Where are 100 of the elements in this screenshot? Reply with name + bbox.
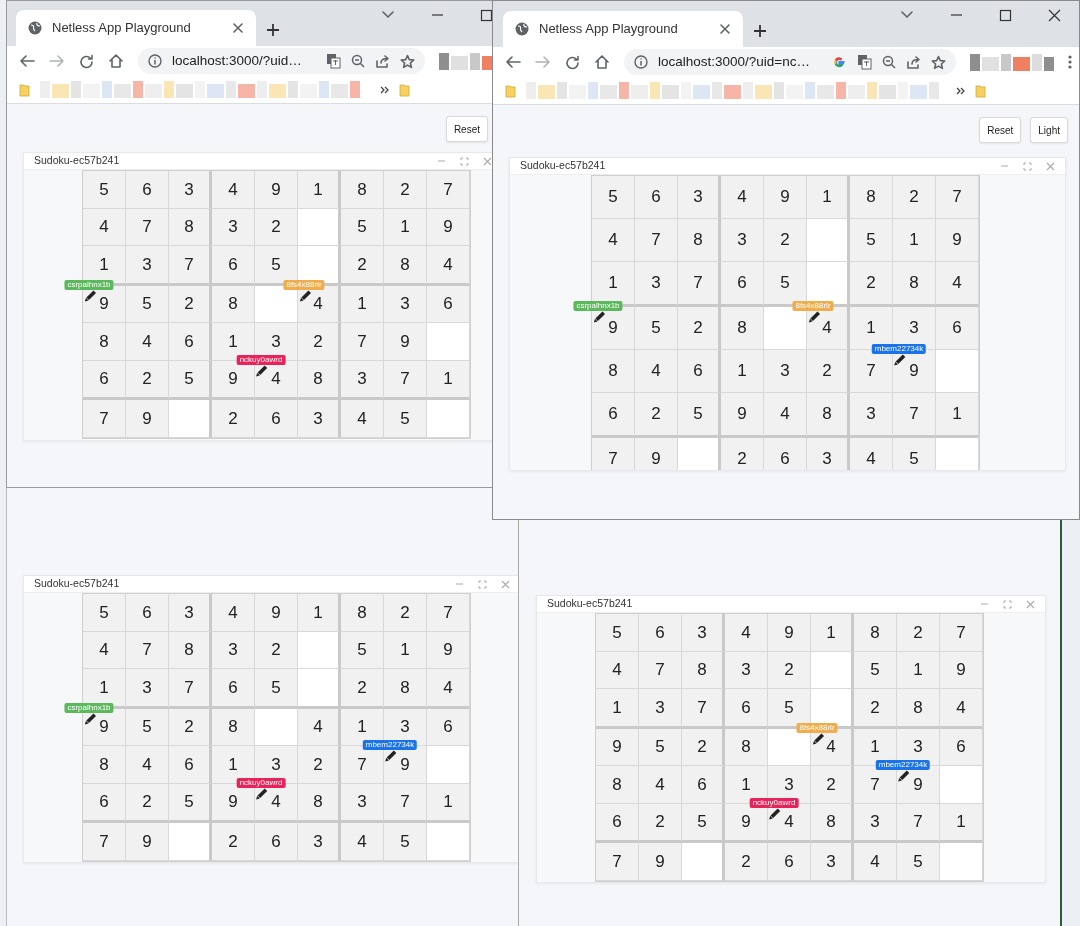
cell-digit: 8 xyxy=(99,330,109,353)
cell-digit: 9 xyxy=(655,850,665,873)
cell-digit: 1 xyxy=(99,253,109,276)
cell-digit: 5 xyxy=(357,639,367,661)
cell-digit: 1 xyxy=(913,659,923,681)
cell-digit: 5 xyxy=(271,253,281,276)
cell-digit: 6 xyxy=(737,272,747,295)
cell-digit: 8 xyxy=(184,639,194,661)
cell-digit: 3 xyxy=(184,178,194,201)
cell-digit: 7 xyxy=(443,178,453,201)
cell-digit: 5 xyxy=(909,448,919,470)
cell-digit: 9 xyxy=(99,716,109,738)
cell-digit: 9 xyxy=(443,216,453,238)
cell-digit: 3 xyxy=(870,811,880,833)
cell-digit: 4 xyxy=(655,773,665,796)
cell-digit: 2 xyxy=(780,229,790,252)
cell-digit: 5 xyxy=(271,676,281,699)
cell-digit: 7 xyxy=(142,216,152,238)
cell-digit: 6 xyxy=(952,317,962,340)
tab-title: Netless App Playground xyxy=(539,20,679,39)
cell-digit: 1 xyxy=(357,716,367,738)
cell-digit: 4 xyxy=(737,186,747,209)
cell-digit: 5 xyxy=(400,407,410,430)
cell-digit: 1 xyxy=(400,216,410,238)
cell-digit: 4 xyxy=(822,317,832,340)
cell-digit: 5 xyxy=(357,216,367,238)
cell-digit: 1 xyxy=(612,696,622,719)
cell-digit: 8 xyxy=(737,317,747,340)
cell-digit: 7 xyxy=(99,407,109,430)
cell-digit: 3 xyxy=(651,272,661,295)
cell-digit: 7 xyxy=(956,621,966,644)
cell-digit: 5 xyxy=(608,186,618,209)
cell-digit: 5 xyxy=(612,621,622,644)
cursor-name-tooltip: mbem22734k xyxy=(875,760,931,770)
cell-digit: 3 xyxy=(357,368,367,390)
cell-digit: 4 xyxy=(228,601,238,624)
cell-digit: 7 xyxy=(608,448,618,470)
cell-digit: 4 xyxy=(866,448,876,470)
cell-digit: 6 xyxy=(271,407,281,430)
cell-digit: 6 xyxy=(271,830,281,853)
cell-digit: 4 xyxy=(443,676,453,699)
cell-digit: 9 xyxy=(784,621,794,644)
cell-digit: 8 xyxy=(357,601,367,624)
cell-digit: 3 xyxy=(822,448,832,470)
cell-digit: 9 xyxy=(443,639,453,661)
cell-digit: 8 xyxy=(741,736,751,758)
cell-digit: 5 xyxy=(784,696,794,719)
cell-digit: 1 xyxy=(741,773,751,796)
cell-digit: 2 xyxy=(909,186,919,209)
panel-title: Sudoku-ec57b241 xyxy=(520,158,607,174)
cell-digit: 6 xyxy=(99,368,109,390)
cell-digit: 3 xyxy=(357,791,367,813)
cell-digit: 8 xyxy=(612,773,622,796)
cursor-name-tooltip: mbem22734k xyxy=(871,344,927,354)
cell-digit: 6 xyxy=(99,791,109,813)
cell-digit: 4 xyxy=(741,621,751,644)
cell-digit: 9 xyxy=(271,601,281,624)
cell-digit: 8 xyxy=(400,253,410,276)
cursor-name-tooltip: 8fs4x88rlr xyxy=(283,279,325,290)
cell-digit: 3 xyxy=(313,830,323,853)
cell-digit: 2 xyxy=(651,403,661,426)
cell-digit: 1 xyxy=(357,293,367,315)
cell-digit: 2 xyxy=(400,178,410,201)
cell-digit: 4 xyxy=(870,850,880,873)
cell-digit: 8 xyxy=(608,360,618,383)
cell-digit: 2 xyxy=(228,407,238,430)
cell-digit: 2 xyxy=(826,773,836,796)
cell-digit: 3 xyxy=(697,621,707,644)
cell-digit: 3 xyxy=(655,696,665,719)
cell-digit: 4 xyxy=(99,639,109,661)
cell-digit: 4 xyxy=(780,403,790,426)
cell-digit: 4 xyxy=(826,736,836,758)
cell-digit: 5 xyxy=(870,659,880,681)
cell-digit: 6 xyxy=(228,676,238,699)
cell-digit: 7 xyxy=(357,330,367,353)
cursor-name-tooltip: csrpalhnx1b xyxy=(573,301,623,311)
cursor-name-tooltip: mbem22734k xyxy=(362,740,418,750)
cell-digit: 6 xyxy=(956,736,966,758)
cell-digit: 9 xyxy=(608,317,618,340)
cell-digit: 3 xyxy=(737,229,747,252)
cell-digit: 3 xyxy=(271,330,281,353)
cell-digit: 3 xyxy=(909,317,919,340)
cell-digit: 2 xyxy=(870,696,880,719)
cell-digit: 1 xyxy=(443,368,453,390)
cell-digit: 2 xyxy=(313,753,323,776)
cell-digit: 9 xyxy=(400,330,410,353)
cell-digit: 3 xyxy=(228,216,238,238)
cursor-name-tooltip: nckuy0awrd xyxy=(236,354,286,365)
cell-digit: 4 xyxy=(228,178,238,201)
cell-digit: 4 xyxy=(952,272,962,295)
cell-digit: 9 xyxy=(737,403,747,426)
cell-digit: 6 xyxy=(612,811,622,833)
cell-digit: 7 xyxy=(693,272,703,295)
cell-digit: 4 xyxy=(357,407,367,430)
cell-digit: 4 xyxy=(608,229,618,252)
cell-digit: 2 xyxy=(142,368,152,390)
cell-digit: 1 xyxy=(870,736,880,758)
cell-digit: 7 xyxy=(913,811,923,833)
cell-digit: 2 xyxy=(271,216,281,238)
cell-digit: 1 xyxy=(952,403,962,426)
